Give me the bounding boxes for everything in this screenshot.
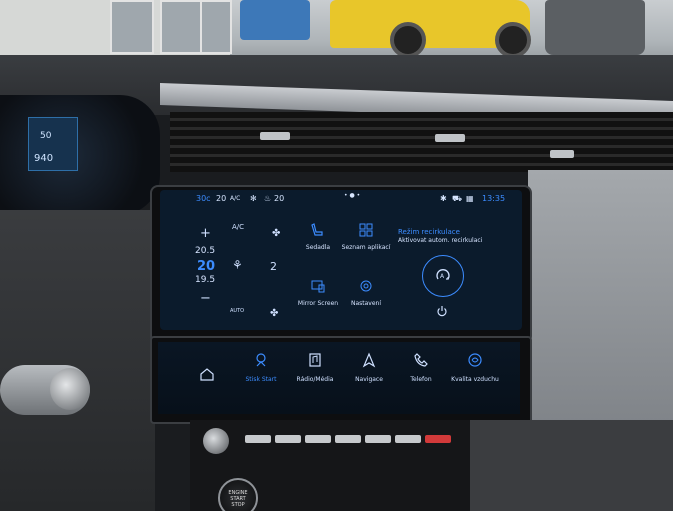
window-pane [160, 0, 204, 54]
tile-mirror-screen[interactable]: Mirror Screen [292, 270, 344, 318]
tile-sedadla[interactable]: Sedadla [292, 214, 344, 262]
nav-stisk-start[interactable]: Stisk Start [232, 352, 290, 408]
nav-label: Rádio/Média [296, 376, 334, 383]
tile-label: Mirror Screen [297, 300, 339, 307]
console-button[interactable] [275, 435, 301, 443]
temp-plus-button[interactable]: + [200, 226, 211, 241]
nav-label: Kvalita vzduchu [451, 376, 499, 383]
nav-home[interactable] [178, 352, 236, 408]
settings-icon [360, 280, 372, 292]
home-icon [200, 368, 214, 381]
wheel [495, 22, 531, 58]
console-button[interactable] [245, 435, 271, 443]
power-icon[interactable] [436, 305, 448, 317]
car-icon: ⛟ [452, 194, 463, 203]
hazard-button[interactable] [425, 435, 451, 443]
auto-button[interactable]: AUTO [230, 308, 244, 314]
temp-up-value: 20.5 [195, 246, 216, 256]
status-bar: 30c 20 A/C ✻ ♨ 20 • ● • ✱ ⛟ ▦ 13:35 [160, 190, 522, 208]
recirc-subtitle: Aktivovat autom. recirkulaci [398, 237, 483, 244]
car-interior-scene: 50 940 30c 20 A/C ✻ ♨ 20 • ● • ✱ ⛟ ▦ 13:… [0, 0, 673, 511]
tile-label: Seznam aplikací [341, 244, 391, 251]
temp-minus-button[interactable]: − [200, 291, 211, 306]
parked-yellow-van [330, 0, 531, 58]
fan-large-icon[interactable]: ✤ [270, 308, 278, 319]
console-button[interactable] [365, 435, 391, 443]
recirc-title: Režim recirkulace [398, 228, 460, 236]
phone-signal-icon: ▦ [466, 194, 474, 203]
engine-start-button[interactable]: ENGINE START STOP [218, 478, 258, 511]
recirc-toggle-button[interactable]: A [422, 255, 464, 297]
stalk-knob[interactable] [50, 368, 90, 410]
airflow-icon[interactable]: ⚘ [232, 258, 243, 272]
cluster-range: 940 [34, 153, 54, 164]
bluetooth-icon: ✱ [440, 194, 447, 203]
nav-label: Telefon [410, 376, 432, 383]
cluster-value: 50 [40, 131, 52, 141]
window-pane [200, 0, 232, 54]
console-button[interactable] [335, 435, 361, 443]
tile-nastaveni[interactable]: Nastavení [340, 270, 392, 318]
start-button-text: ENGINE START STOP [226, 490, 250, 508]
wheel [390, 22, 426, 58]
console-button[interactable] [395, 435, 421, 443]
building-facade [0, 0, 232, 55]
status-ac-label: A/C [230, 195, 241, 202]
air-vent [170, 112, 673, 172]
phone-icon [414, 353, 428, 367]
start-label-stop: STOP [231, 502, 245, 508]
vent-tab[interactable] [550, 150, 574, 158]
tile-seznam-aplikaci[interactable]: Seznam aplikací [340, 214, 392, 262]
page-indicator: • ● • [344, 192, 361, 199]
driving-assist-icon [256, 353, 266, 367]
tile-label: Sedadla [305, 244, 331, 251]
vent-tab[interactable] [435, 134, 465, 142]
temp-down-value: 19.5 [195, 275, 216, 285]
fan-level-value: 2 [270, 260, 277, 273]
nav-label: Navigace [355, 376, 383, 383]
fan-icon: ✻ [250, 194, 257, 203]
left-dash-panel [0, 210, 155, 511]
passenger-footwell [470, 420, 673, 511]
music-icon [309, 353, 321, 367]
nav-radio-media[interactable]: Rádio/Média [286, 352, 344, 408]
console-button[interactable] [305, 435, 331, 443]
shortcut-bar: Stisk Start Rádio/Média Navigace Telefon… [158, 342, 520, 414]
infotainment-screen: 30c 20 A/C ✻ ♨ 20 • ● • ✱ ⛟ ▦ 13:35 + A/… [160, 190, 522, 330]
status-seat-temp: 20 [274, 194, 285, 203]
outside-temp: 30c [196, 194, 211, 203]
window-pane [110, 0, 154, 54]
nav-kvalita-vzduchu[interactable]: Kvalita vzduchu [446, 352, 504, 408]
vent-tab[interactable] [260, 132, 290, 140]
volume-knob[interactable] [203, 428, 229, 454]
right-dash-panel [528, 170, 673, 430]
svg-text:A: A [440, 273, 445, 280]
seat-icon [311, 223, 323, 236]
recirculation-icon: A [436, 269, 450, 280]
parked-blue-car [240, 0, 310, 40]
parked-grey-car [545, 0, 645, 55]
clock: 13:35 [482, 194, 506, 203]
temp-current: 20 [197, 259, 216, 274]
status-fan-level: 20 [216, 194, 227, 203]
app-grid-icon [359, 223, 373, 237]
navigation-icon [362, 352, 376, 368]
nav-telefon[interactable]: Telefon [392, 352, 450, 408]
nav-label: Stisk Start [245, 376, 277, 383]
hazard-button-row [245, 428, 465, 443]
tile-label: Nastavení [350, 300, 382, 307]
climate-panel: + A/C 20.5 20 19.5 − AUTO ⚘ ✤ 2 ✤ [160, 208, 280, 330]
instrument-cluster: 50 940 [0, 95, 160, 215]
fan-small-icon[interactable]: ✤ [272, 228, 280, 239]
ac-mode-label[interactable]: A/C [232, 223, 244, 231]
mirror-screen-icon [311, 280, 325, 293]
air-quality-icon [468, 353, 482, 367]
seat-heat-icon: ♨ [264, 194, 272, 203]
nav-navigace[interactable]: Navigace [340, 352, 398, 408]
